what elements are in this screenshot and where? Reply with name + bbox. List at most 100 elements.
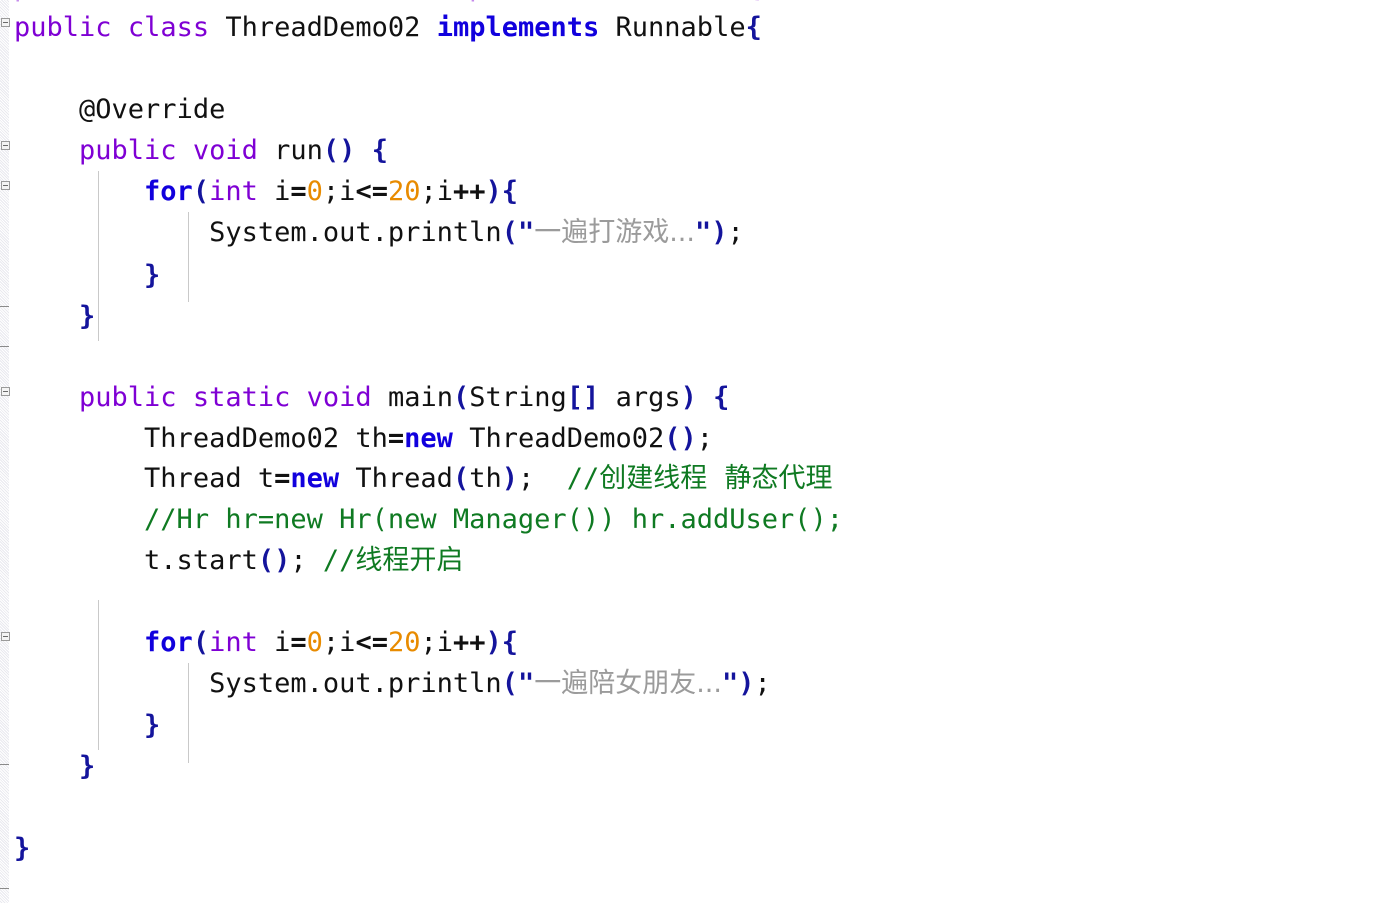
line-new-thread-token-9 <box>534 463 567 494</box>
line-commented-hr-token-0 <box>14 504 144 535</box>
line-new-thread-token-5: ( <box>452 463 470 494</box>
fold-end-dash-class-icon[interactable] <box>0 888 9 889</box>
line-println-girlfriend-token-5: " <box>721 668 739 699</box>
line-println-girlfriend-token-4: 一遍陪女朋友... <box>534 668 722 699</box>
line-new-threaddemo[interactable]: ThreadDemo02 th=new ThreadDemo02(); <box>0 419 713 459</box>
line-class-declaration-token-5 <box>420 12 436 43</box>
line-close-run-method-token-1: } <box>79 301 96 332</box>
line-main-method-signature-token-8: ( <box>452 382 470 413</box>
line-class-declaration-token-1 <box>112 12 128 43</box>
line-close-main-method-token-1: } <box>79 751 96 782</box>
line-println-girlfriend-token-3: " <box>517 668 535 699</box>
code-editor[interactable]: public class ThreadDemo02 implements Run… <box>0 0 1394 903</box>
line-for-loop-main-token-12: ) <box>485 627 502 658</box>
line-for-loop-run-token-2: ( <box>192 176 210 207</box>
line-class-declaration-token-9: { <box>745 12 762 43</box>
line-new-thread[interactable]: Thread t=new Thread(th); //创建线程 静态代理 <box>0 459 832 499</box>
line-println-girlfriend-token-2: ( <box>501 668 518 699</box>
line-run-method-signature-token-1: public <box>79 135 177 166</box>
line-thread-start-token-3: ; <box>290 545 307 576</box>
line-override-annotation[interactable]: @Override <box>0 90 225 130</box>
line-new-threaddemo-token-3: new <box>404 423 453 454</box>
line-println-game-token-6: ) <box>711 217 728 248</box>
line-main-method-signature-token-10: [] <box>566 382 600 413</box>
line-close-main-method-token-0 <box>14 751 79 782</box>
line-println-girlfriend-token-0 <box>14 668 209 699</box>
line-new-threaddemo-token-4: ThreadDemo02 <box>452 423 665 454</box>
line-for-loop-run-token-6: 0 <box>306 176 323 207</box>
line-class-declaration-token-4: ThreadDemo02 <box>225 12 421 43</box>
line-new-thread-token-3: new <box>290 463 340 494</box>
line-class-declaration-token-2: class <box>127 12 210 43</box>
line-main-method-signature-token-11: args <box>599 382 681 413</box>
line-main-method-signature-token-7: main <box>387 382 453 413</box>
line-close-run-method-token-0 <box>14 301 79 332</box>
line-for-loop-main-token-11: ++ <box>452 627 486 658</box>
line-for-loop-run-token-0 <box>14 176 144 207</box>
line-new-threaddemo-token-2: = <box>387 423 405 454</box>
line-close-class[interactable]: } <box>0 829 30 869</box>
line-run-method-signature-token-2 <box>177 135 193 166</box>
line-main-method-signature-token-5: void <box>306 382 372 413</box>
line-println-game-token-7: ; <box>727 217 744 248</box>
line-main-method-signature-token-2 <box>177 382 193 413</box>
line-println-game-token-5: " <box>694 217 712 248</box>
line-println-girlfriend-token-1: System.out.println <box>209 668 502 699</box>
line-thread-start-token-5: // <box>322 545 356 576</box>
line-class-declaration[interactable]: public class ThreadDemo02 implements Run… <box>0 8 762 48</box>
line-for-loop-run-token-7: ;i <box>322 176 356 207</box>
line-run-method-signature-token-8: { <box>371 135 388 166</box>
line-thread-start[interactable]: t.start(); //线程开启 <box>0 541 463 581</box>
line-new-thread-token-0 <box>14 463 144 494</box>
line-for-loop-main-token-3: int <box>209 627 258 658</box>
line-main-method-signature-token-3: static <box>192 382 291 413</box>
line-for-loop-main-token-13: { <box>501 627 519 658</box>
line-main-method-signature-token-4 <box>290 382 306 413</box>
line-run-method-signature[interactable]: public void run() { <box>0 131 388 171</box>
line-println-girlfriend[interactable]: System.out.println("一遍陪女朋友..."); <box>0 664 771 704</box>
line-println-game-token-4: 一遍打游戏... <box>534 217 695 248</box>
line-new-thread-token-4: Thread <box>339 463 453 494</box>
line-new-threaddemo-token-0 <box>14 423 144 454</box>
line-for-loop-main-token-8: <= <box>355 627 388 658</box>
line-close-for-main-token-1: } <box>144 710 161 741</box>
line-main-method-signature-token-14: { <box>713 382 730 413</box>
line-main-method-signature-token-6 <box>372 382 388 413</box>
line-close-for-main[interactable]: } <box>0 706 160 746</box>
line-close-for-run[interactable]: } <box>0 256 160 296</box>
line-new-threaddemo-token-1: ThreadDemo02 th <box>144 423 388 454</box>
line-run-method-signature-token-6: () <box>322 135 356 166</box>
line-class-declaration-token-8: Runnable <box>615 12 746 43</box>
line-run-method-signature-token-4 <box>258 135 274 166</box>
line-thread-start-token-4 <box>307 545 323 576</box>
line-for-loop-run-token-1: for <box>144 176 193 207</box>
line-for-loop-main-token-0 <box>14 627 144 658</box>
line-run-method-signature-token-7 <box>355 135 371 166</box>
line-new-thread-token-7: ) <box>501 463 518 494</box>
line-for-loop-run-token-12: ) <box>485 176 502 207</box>
line-for-loop-main[interactable]: for(int i=0;i<=20;i++){ <box>0 623 518 663</box>
line-close-for-run-token-1: } <box>144 260 161 291</box>
line-main-method-signature-token-13 <box>697 382 713 413</box>
line-new-thread-token-6: th <box>469 463 502 494</box>
line-close-run-method[interactable]: } <box>0 297 95 337</box>
fold-end-dash-run-block-icon[interactable] <box>0 346 9 347</box>
line-for-loop-run-token-8: <= <box>355 176 388 207</box>
line-for-loop-run[interactable]: for(int i=0;i<=20;i++){ <box>0 172 518 212</box>
line-for-loop-main-token-6: 0 <box>306 627 323 658</box>
line-for-loop-main-token-2: ( <box>192 627 210 658</box>
line-thread-start-token-6: 线程开启 <box>355 545 464 576</box>
line-close-main-method[interactable]: } <box>0 747 95 787</box>
line-for-loop-run-token-9: 20 <box>387 176 421 207</box>
line-for-loop-run-token-10: ;i <box>420 176 453 207</box>
line-println-girlfriend-token-7: ; <box>754 668 771 699</box>
line-main-method-signature[interactable]: public static void main(String[] args) { <box>0 378 729 418</box>
line-println-game-token-2: ( <box>501 217 518 248</box>
line-println-game[interactable]: System.out.println("一遍打游戏..."); <box>0 213 744 253</box>
line-main-method-signature-token-12: ) <box>680 382 697 413</box>
line-for-loop-main-token-9: 20 <box>387 627 421 658</box>
line-commented-hr[interactable]: //Hr hr=new Hr(new Manager()) hr.addUser… <box>0 500 843 540</box>
line-for-loop-run-token-4: i <box>257 176 291 207</box>
line-for-loop-main-token-10: ;i <box>420 627 453 658</box>
line-new-threaddemo-token-6: ; <box>696 423 714 454</box>
